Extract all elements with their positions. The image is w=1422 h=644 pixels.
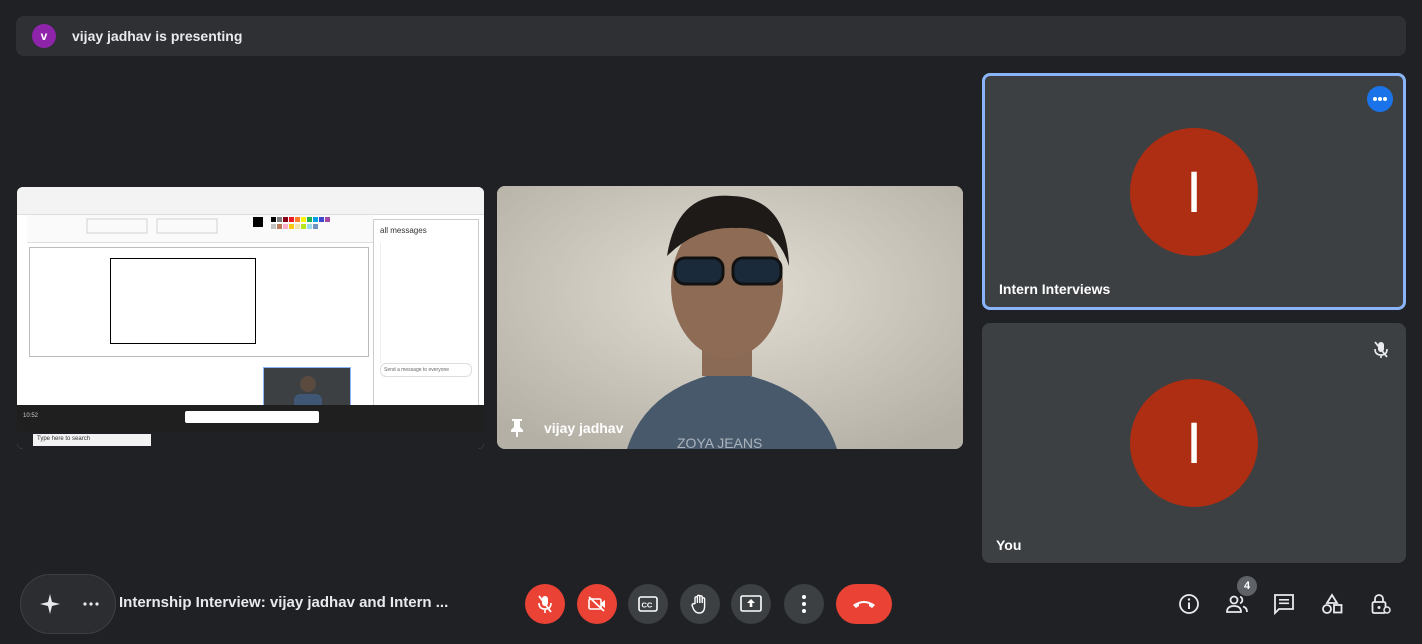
svg-text:CC: CC <box>642 601 653 610</box>
mini-meet-bar: 10:52 <box>17 405 484 431</box>
meeting-details-button[interactable] <box>1173 588 1205 620</box>
mini-share-notice <box>185 411 319 423</box>
more-vert-icon <box>802 595 806 613</box>
people-icon <box>1226 595 1248 613</box>
host-controls-icon <box>1371 594 1391 614</box>
participant-name: You <box>996 537 1022 553</box>
mic-toggle-button[interactable] <box>525 584 565 624</box>
activities-button[interactable] <box>1316 588 1348 620</box>
participant-tile-you[interactable]: I You <box>982 323 1406 563</box>
present-icon <box>740 595 762 612</box>
screenshare-ribbon <box>27 215 373 243</box>
info-icon <box>1179 594 1199 614</box>
end-call-icon <box>853 601 875 608</box>
presenter-avatar: v <box>32 24 56 48</box>
muted-mic-icon <box>1368 337 1394 363</box>
camera-name-label: vijay jadhav <box>544 420 624 436</box>
mic-off-icon <box>538 595 552 613</box>
captions-icon: CC <box>638 596 658 612</box>
mini-clock: 10:52 <box>23 413 39 419</box>
camera-video-feed: ZOYA JEANS <box>497 186 963 449</box>
companion-chip[interactable] <box>20 574 116 634</box>
presenting-banner: v vijay jadhav is presenting <box>16 16 1406 56</box>
screen-share-tile[interactable]: all messages Send a message to everyone … <box>17 187 484 449</box>
participant-avatar: I <box>1130 128 1258 256</box>
shirt-text: ZOYA JEANS <box>677 435 762 449</box>
screenshare-titlebar <box>17 187 484 215</box>
people-count-badge: 4 <box>1237 576 1257 596</box>
paint-rectangle <box>110 258 256 344</box>
more-options-button[interactable] <box>784 584 824 624</box>
side-panel-title: all messages <box>380 226 427 235</box>
participant-avatar: I <box>1130 379 1258 507</box>
camera-off-icon <box>588 596 605 612</box>
taskbar-search: Type here to search <box>33 434 151 446</box>
camera-tile-vijay[interactable]: ZOYA JEANS vijay jadhav <box>497 186 963 449</box>
participant-name: Intern Interviews <box>999 281 1111 297</box>
ribbon-palette-icon <box>86 217 330 234</box>
raise-hand-icon <box>691 594 706 614</box>
chat-side-panel: all messages Send a message to everyone <box>373 219 479 409</box>
leave-call-button[interactable] <box>836 584 892 624</box>
more-horiz-icon[interactable] <box>83 602 99 606</box>
chat-icon <box>1274 594 1294 615</box>
meeting-title: Internship Interview: vijay jadhav and I… <box>119 594 449 611</box>
pin-icon[interactable] <box>509 418 525 438</box>
camera-toggle-button[interactable] <box>577 584 617 624</box>
raise-hand-button[interactable] <box>680 584 720 624</box>
more-options-icon[interactable] <box>1367 86 1393 112</box>
captions-button[interactable]: CC <box>628 584 668 624</box>
people-button[interactable]: 4 <box>1221 576 1257 620</box>
control-bar: Internship Interview: vijay jadhav and I… <box>0 564 1422 644</box>
present-now-button[interactable] <box>731 584 771 624</box>
windows-taskbar: Type here to search <box>17 431 484 449</box>
sparkle-icon[interactable] <box>39 593 61 615</box>
presenting-text: vijay jadhav is presenting <box>72 28 243 44</box>
paint-canvas <box>29 247 369 357</box>
side-panel-input: Send a message to everyone <box>380 363 472 377</box>
participant-tile-intern-interviews[interactable]: I Intern Interviews <box>982 73 1406 310</box>
chat-button[interactable] <box>1268 588 1300 620</box>
host-controls-button[interactable] <box>1364 588 1396 620</box>
activities-icon <box>1322 593 1343 614</box>
side-panel-messages <box>380 243 472 363</box>
